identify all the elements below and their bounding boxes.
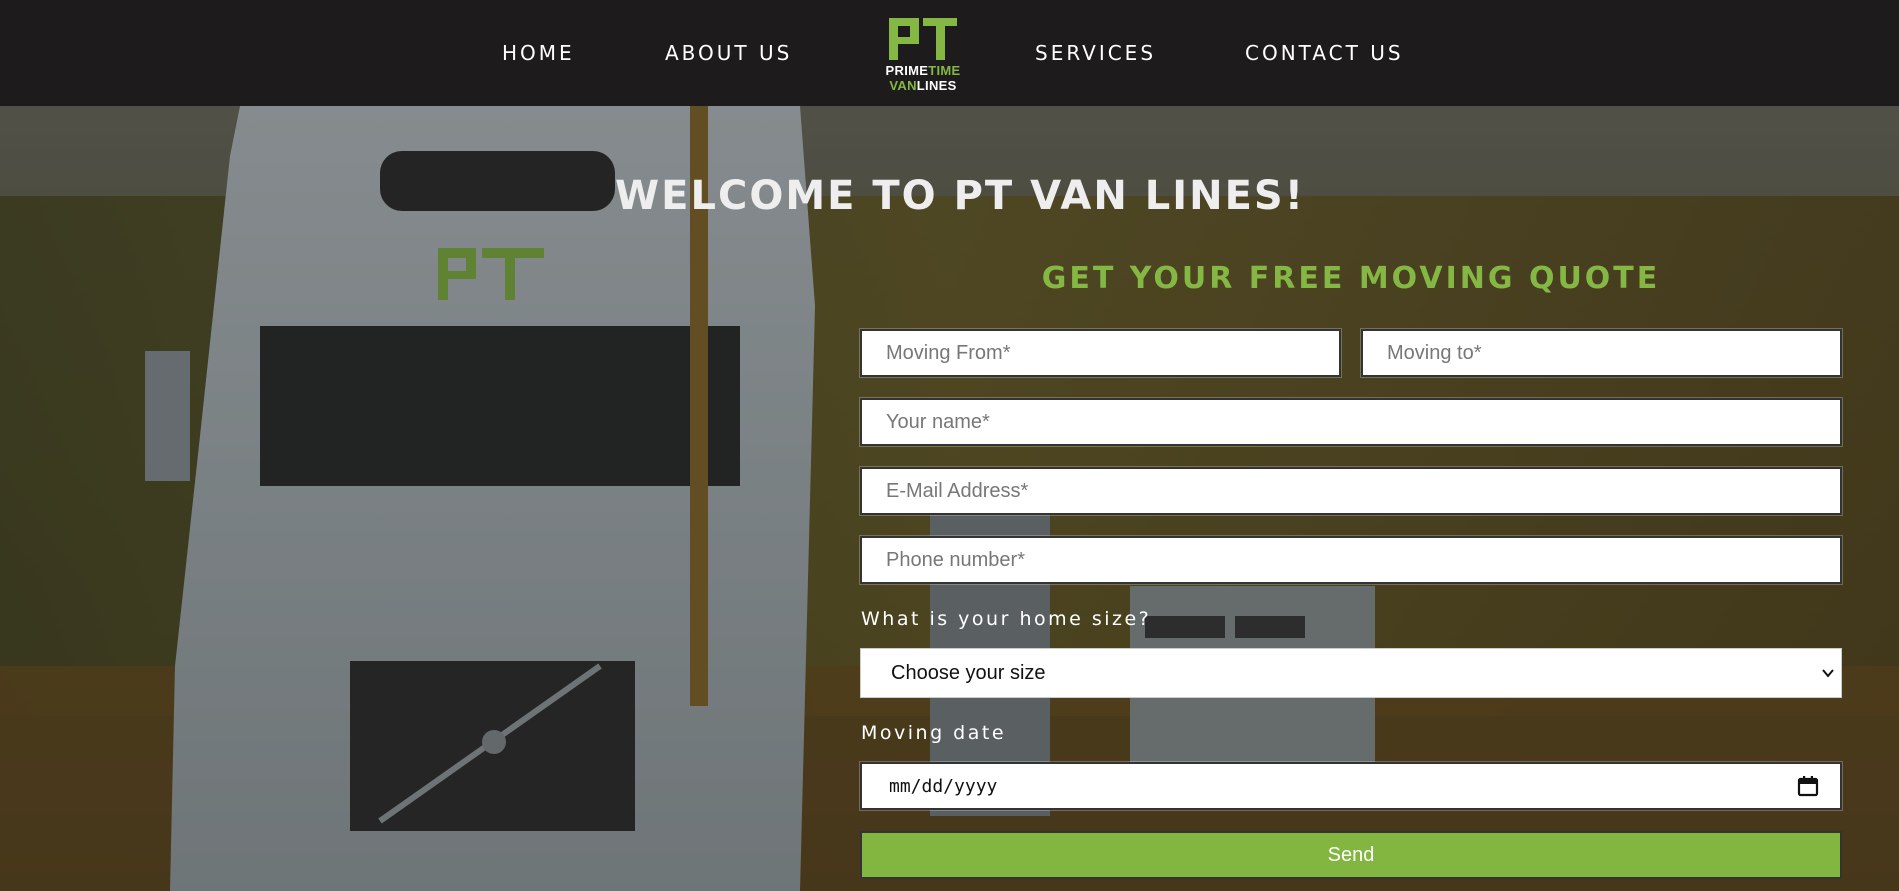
nav-about-us[interactable]: ABOUT US (665, 40, 792, 66)
nav-services[interactable]: SERVICES (1035, 40, 1156, 66)
moving-from-input[interactable] (860, 329, 1341, 377)
moving-to-input[interactable] (1361, 329, 1842, 377)
moving-date-input[interactable]: mm/dd/yyyy (860, 762, 1842, 810)
chevron-down-icon (1822, 669, 1834, 678)
nav-contact-us[interactable]: CONTACT US (1245, 40, 1404, 66)
email-input[interactable] (860, 467, 1842, 515)
moving-date-label: Moving date (861, 722, 1007, 744)
site-header: HOME ABOUT US PRIMETIME VANLINES SERVICE… (0, 0, 1899, 106)
brand-logo[interactable]: PRIMETIME VANLINES (885, 16, 961, 96)
nav-home[interactable]: HOME (502, 40, 575, 66)
moving-date-value: mm/dd/yyyy (889, 776, 998, 797)
logo-line-vanlines: VANLINES (889, 78, 957, 93)
your-name-input[interactable] (860, 398, 1842, 446)
send-button[interactable]: Send (860, 831, 1842, 879)
home-size-selected-value: Choose your size (891, 662, 1046, 684)
home-size-label: What is your home size? (861, 608, 1152, 630)
calendar-icon[interactable] (1797, 775, 1819, 797)
phone-number-input[interactable] (860, 536, 1842, 584)
home-size-select[interactable]: Choose your size (860, 648, 1842, 698)
logo-line-primetime: PRIMETIME (885, 63, 961, 78)
hero-section: WELCOME TO PT VAN LINES! GET YOUR FREE M… (0, 106, 1899, 891)
welcome-heading: WELCOME TO PT VAN LINES! (615, 173, 1305, 219)
logo-pt-mark (889, 18, 957, 60)
quote-form-title: GET YOUR FREE MOVING QUOTE (1041, 261, 1661, 296)
